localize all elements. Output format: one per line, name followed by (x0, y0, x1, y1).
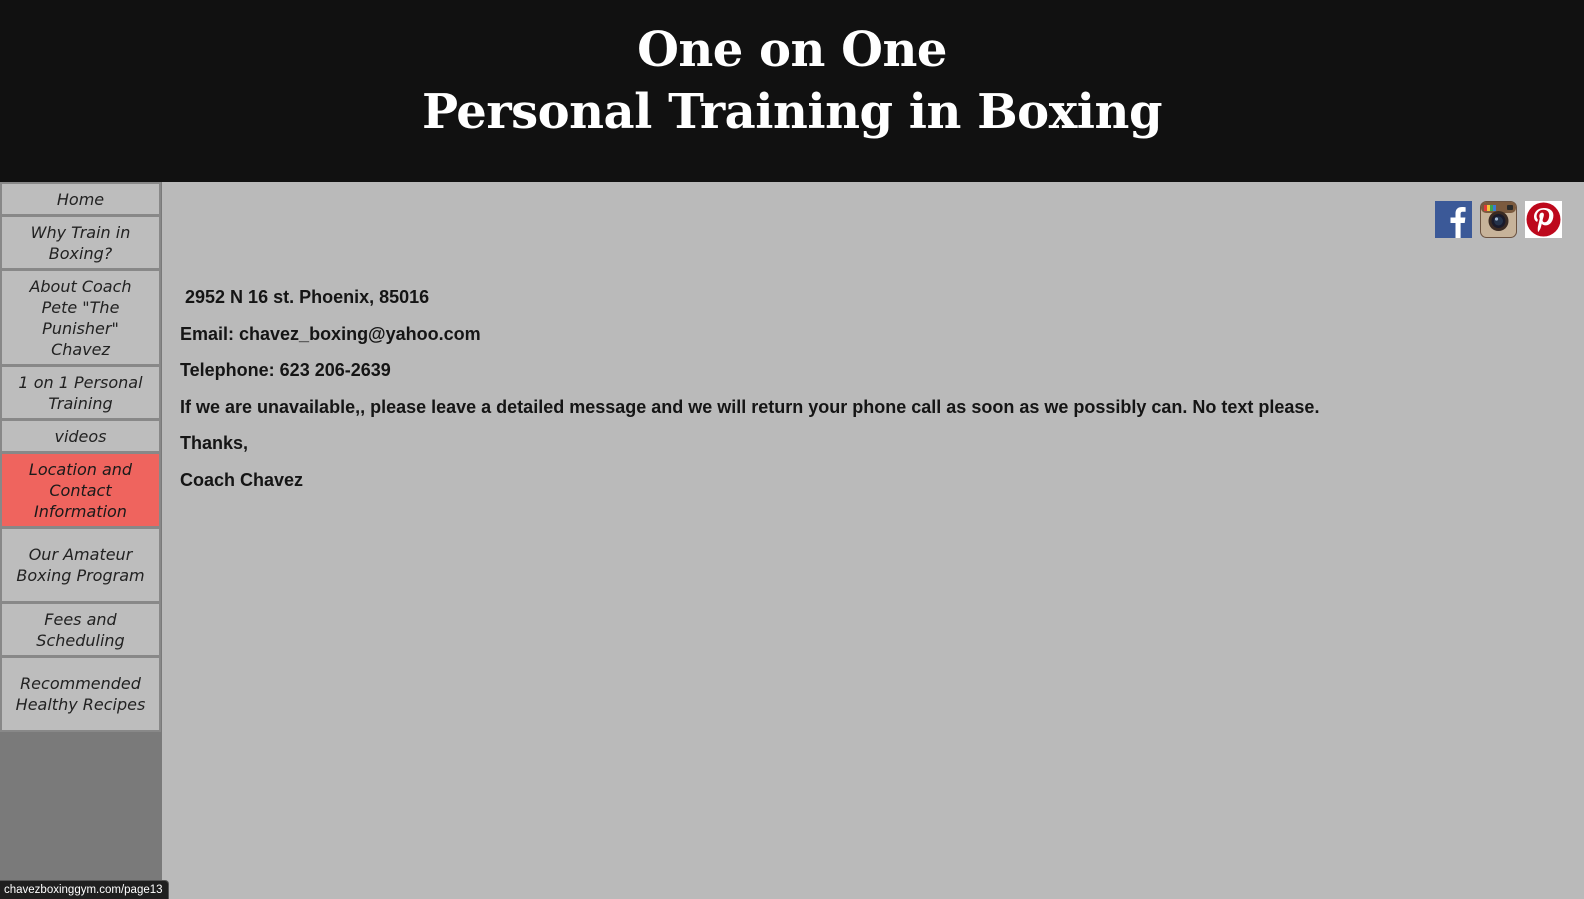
email-text: Email: chavez_boxing@yahoo.com (180, 323, 481, 344)
sidebar-item-recipes[interactable]: Recommended Healthy Recipes (0, 657, 161, 732)
social-links (1435, 201, 1562, 238)
sidebar-item-home[interactable]: Home (0, 182, 161, 216)
sidebar-item-why-train[interactable]: Why Train in Boxing? (0, 216, 161, 270)
site-title-line2: Personal Training in Boxing (421, 84, 1163, 140)
sidebar-item-videos[interactable]: videos (0, 420, 161, 453)
instagram-icon[interactable] (1480, 201, 1517, 238)
facebook-icon[interactable] (1435, 201, 1472, 238)
address-text: 2952 N 16 st. Phoenix, 85016 (180, 282, 1319, 319)
address-value: 2952 N 16 st. Phoenix, 85016 (185, 287, 430, 307)
sidebar-nav: Home Why Train in Boxing? About Coach Pe… (0, 182, 162, 899)
pinterest-icon[interactable] (1525, 201, 1562, 238)
sidebar-item-amateur-program[interactable]: Our Amateur Boxing Program (0, 528, 161, 603)
thanks-text: Thanks, (180, 433, 249, 453)
telephone-text: Telephone: 623 206-2639 (180, 360, 391, 380)
sidebar-item-about-coach[interactable]: About Coach Pete "The Punisher" Chavez (0, 270, 161, 366)
site-title-line1: One on One (637, 22, 947, 78)
status-bar-url: chavezboxinggym.com/page13 (0, 880, 169, 899)
signature-text: Coach Chavez (180, 469, 304, 490)
site-header: One on One Personal Training in Boxing (0, 0, 1584, 182)
sidebar-item-fees-scheduling[interactable]: Fees and Scheduling (0, 603, 161, 657)
main-content: 2952 N 16 st. Phoenix, 85016 Email: chav… (162, 182, 1584, 899)
sidebar-item-location-contact[interactable]: Location and Contact Information (0, 453, 161, 528)
message-text: If we are unavailable,, please leave a d… (180, 396, 1320, 417)
contact-info: 2952 N 16 st. Phoenix, 85016 Email: chav… (180, 282, 1319, 501)
sidebar-item-personal-training[interactable]: 1 on 1 Personal Training (0, 366, 161, 420)
